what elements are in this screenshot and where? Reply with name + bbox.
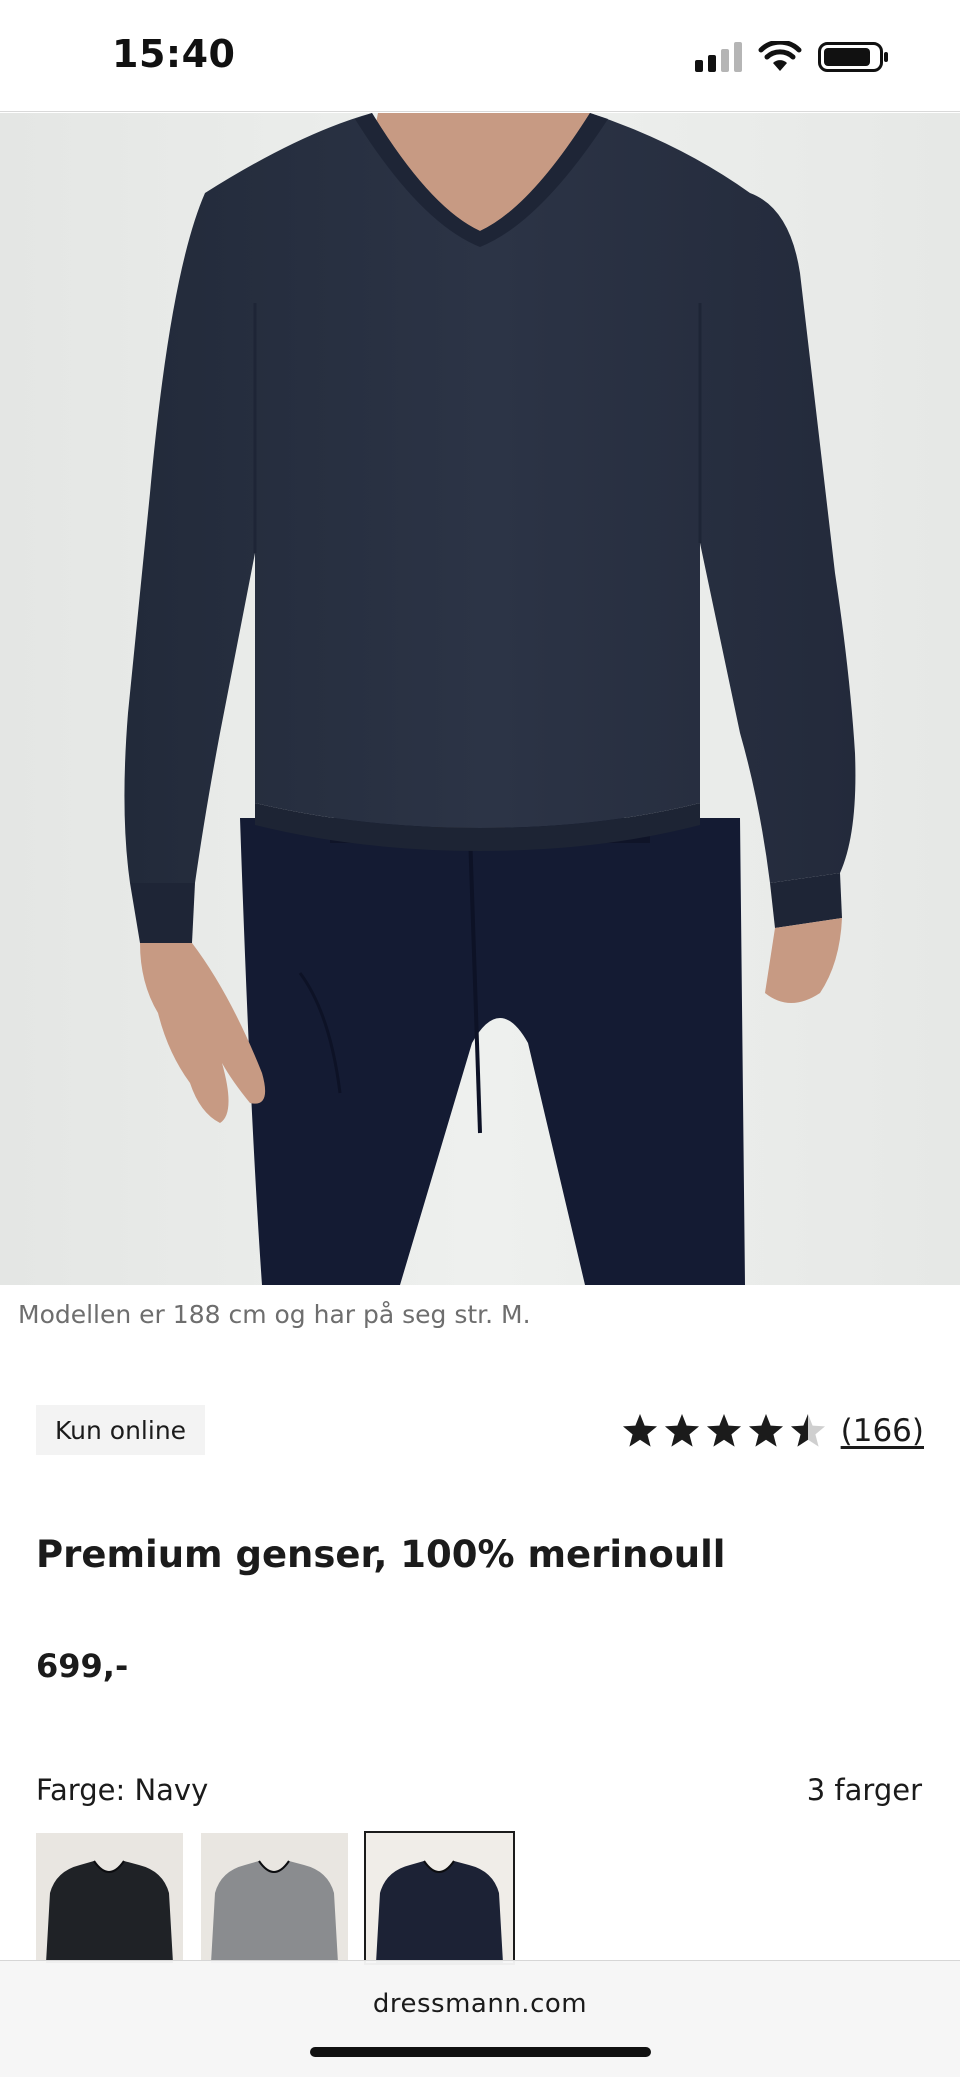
sweater-thumbnail [376, 1860, 503, 1963]
product-price: 699,- [36, 1647, 129, 1685]
wifi-icon [758, 41, 802, 71]
color-swatches [36, 1831, 515, 1965]
browser-address-bar[interactable]: dressmann.com [0, 1960, 960, 2077]
product-image[interactable] [0, 113, 960, 1285]
product-title: Premium genser, 100% merinoull [36, 1533, 726, 1576]
product-rating[interactable]: (166) [621, 1408, 924, 1454]
star-icon [790, 1414, 825, 1447]
review-count-link[interactable]: (166) [841, 1413, 924, 1449]
status-time: 15:40 [112, 32, 236, 76]
star-icon [622, 1414, 657, 1447]
star-icon [664, 1414, 699, 1447]
color-swatch-black[interactable] [36, 1833, 183, 1963]
color-count: 3 farger [806, 1773, 922, 1807]
status-bar: 15:40 [0, 0, 960, 112]
rating-stars [621, 1412, 827, 1450]
product-photo [0, 113, 960, 1285]
status-icons [695, 40, 890, 74]
color-swatch-grey[interactable] [201, 1833, 348, 1963]
battery-icon [818, 42, 888, 72]
url-text[interactable]: dressmann.com [0, 1989, 960, 2019]
color-swatch-navy[interactable] [364, 1831, 515, 1965]
home-indicator[interactable] [310, 2047, 651, 2057]
star-icon [706, 1414, 741, 1447]
color-label: Farge: Navy [36, 1773, 209, 1807]
signal-icon [695, 42, 742, 72]
model-caption: Modellen er 188 cm og har på seg str. M. [18, 1300, 531, 1329]
online-only-badge: Kun online [36, 1405, 206, 1455]
sweater-thumbnail [211, 1860, 338, 1963]
sweater-thumbnail [46, 1860, 173, 1963]
star-icon [748, 1414, 783, 1447]
